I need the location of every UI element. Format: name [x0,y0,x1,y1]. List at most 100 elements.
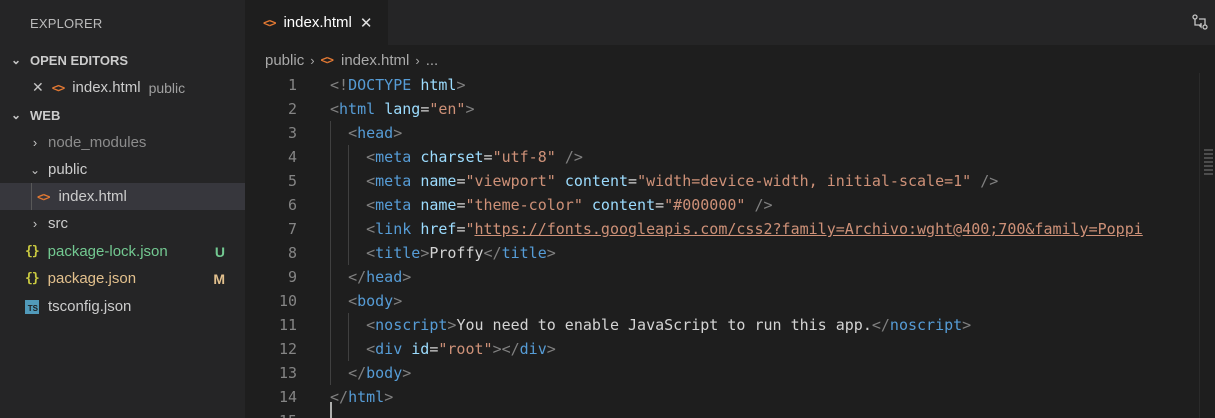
code-line[interactable]: 13 </body> [245,361,1200,385]
close-icon[interactable]: ✕ [360,14,373,32]
line-number: 9 [287,268,297,286]
tree-item-label: tsconfig.json [48,298,132,315]
code-text: <!DOCTYPE html> [330,73,465,97]
code-token: link [375,220,412,238]
code-token: > [465,100,475,118]
code-token: "viewport" [465,172,556,190]
code-text: <meta charset="utf-8" /> [330,145,583,169]
code-line[interactable]: 8 <title>Proffy</title> [245,241,1200,265]
code-token: "root" [438,340,493,358]
code-token: name [420,196,457,214]
code-token: /> [564,148,583,166]
code-line[interactable]: 9 </head> [245,265,1200,289]
tree-item-package-lock-json[interactable]: {} package-lock.json U [0,238,245,265]
breadcrumb-folder[interactable]: public [265,52,304,69]
code-text: </html> [330,385,393,409]
code-line[interactable]: 5 <meta name="viewport" content="width=d… [245,169,1200,193]
code-token: </ [483,244,502,262]
code-token: "width=device-width, initial-scale=1" [637,172,972,190]
code-token: < [366,340,376,358]
code-token: "theme-color" [465,196,583,214]
chevron-right-icon: › [32,216,38,231]
code-line[interactable]: 4 <meta charset="utf-8" /> [245,145,1200,169]
code-token: https://fonts.googleapis.com/css2?family… [474,220,1143,238]
code-line[interactable]: 15 [245,409,1200,418]
code-token: > [456,76,466,94]
code-token: noscript [375,316,448,334]
code-token: div [519,340,547,358]
code-text: <html lang="en"> [330,97,475,121]
open-changes-icon[interactable] [1191,13,1209,31]
code-token: title [375,244,421,262]
code-line[interactable]: 12 <div id="root"></div> [245,337,1200,361]
tree-item-label: public [48,161,88,178]
code-token: name [420,172,457,190]
open-editors-label: OPEN EDITORS [30,52,129,68]
tree-item-public[interactable]: ⌄ public [0,156,245,183]
code-token: meta [375,148,412,166]
chevron-right-icon: › [32,135,38,150]
editor-tab-bar: <> index.html ✕ [245,0,1215,45]
code-token: < [330,100,340,118]
tab-index-html[interactable]: <> index.html ✕ [245,0,388,45]
chevron-right-icon: › [415,52,420,68]
code-token: > [393,124,403,142]
tree-item-package-json[interactable]: {} package.json M [0,265,245,292]
code-token: = [483,148,493,166]
close-icon[interactable]: ✕ [32,79,44,96]
workspace-header-web[interactable]: ⌄ WEB [0,102,245,128]
tab-label: index.html [283,14,352,31]
vertical-scrollbar[interactable] [1199,73,1215,418]
html-file-icon: <> [37,189,50,204]
code-line[interactable]: 10 <body> [245,289,1200,313]
html-file-icon: <> [51,80,65,95]
code-token: title [501,244,547,262]
code-line[interactable]: 1 <!DOCTYPE html> [245,73,1200,97]
code-line[interactable]: 3 <head> [245,121,1200,145]
code-line[interactable]: 2 <html lang="en"> [245,97,1200,121]
code-token: < [366,196,376,214]
tree-item-src[interactable]: › src [0,210,245,237]
open-editor-item-index-html[interactable]: ✕ <> index.html public [0,74,245,101]
code-token: meta [375,172,412,190]
code-token: head [366,268,403,286]
code-line[interactable]: 14 </html> [245,385,1200,409]
line-number: 14 [278,388,297,406]
code-token: body [366,364,403,382]
line-number: 11 [278,316,297,334]
code-text: <meta name="viewport" content="width=dev… [330,169,998,193]
line-number: 5 [287,172,297,190]
tree-item-node-modules[interactable]: › node_modules [0,129,245,156]
open-editors-header[interactable]: ⌄ OPEN EDITORS [0,47,245,73]
code-token: meta [375,196,412,214]
code-token: Proffy [429,244,484,262]
breadcrumb-file[interactable]: index.html [341,52,409,69]
code-line[interactable]: 11 <noscript>You need to enable JavaScri… [245,313,1200,337]
code-editor[interactable]: 1 <!DOCTYPE html> 2 <html lang="en"> 3 <head… [245,73,1200,418]
breadcrumb-more[interactable]: ... [426,52,439,69]
code-text: </body> [330,361,411,385]
chevron-right-icon: › [310,52,315,68]
chevron-down-icon: ⌄ [10,108,22,122]
code-text: <meta name="theme-color" content="#00000… [330,193,772,217]
tree-item-tsconfig-json[interactable]: TS tsconfig.json [0,293,245,320]
code-token: </ [871,316,890,334]
code-line[interactable]: 6 <meta name="theme-color" content="#000… [245,193,1200,217]
tree-item-index-html[interactable]: <> index.html [0,183,245,210]
breadcrumb: public › <> index.html › ... [265,49,438,71]
line-number: 3 [287,124,297,142]
code-text: <link href="https://fonts.googleapis.com… [330,217,1143,241]
code-line[interactable]: 7 <link href="https://fonts.googleapis.c… [245,217,1200,241]
tree-item-label: src [48,215,68,232]
code-token: > [962,316,972,334]
minimap-slider[interactable] [1204,149,1213,175]
